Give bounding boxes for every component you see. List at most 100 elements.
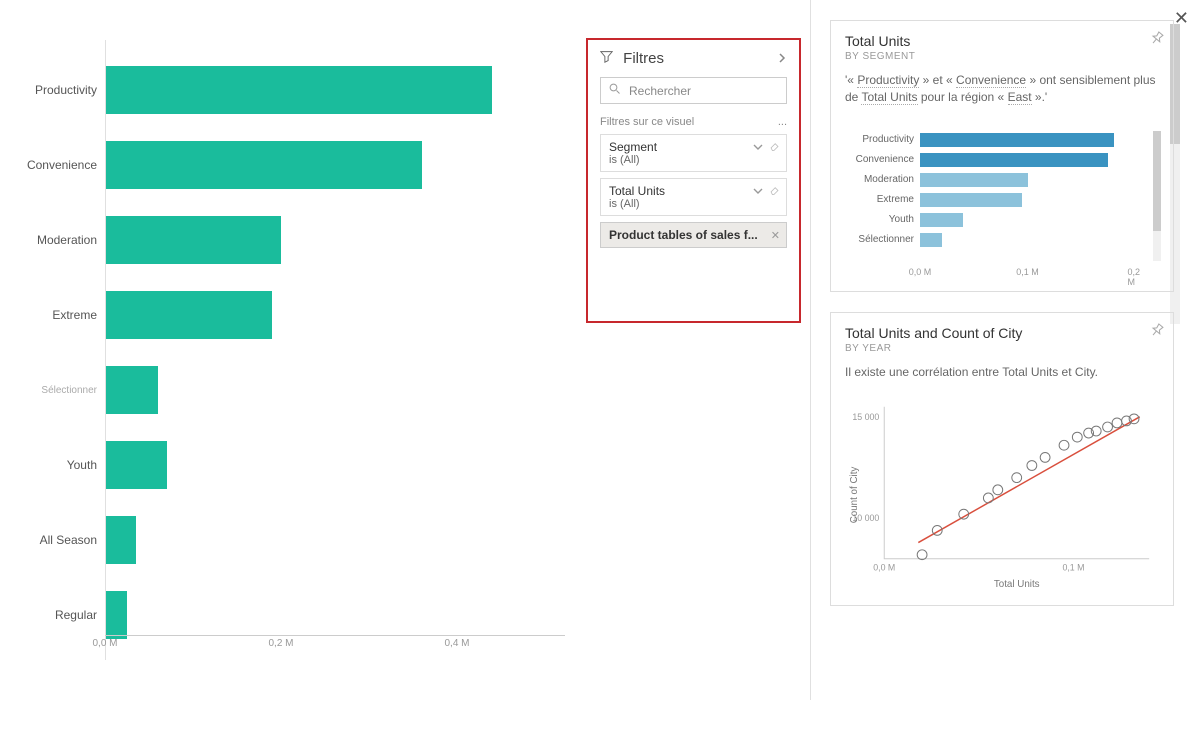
bar-row: Moderation — [10, 210, 570, 270]
scatter-point[interactable] — [1112, 418, 1122, 428]
x-tick: 0,0 M — [92, 638, 117, 649]
bar[interactable] — [105, 66, 492, 114]
bar[interactable] — [920, 193, 1022, 207]
main-area: Productivity Convenience Moderation Extreme… — [0, 0, 810, 742]
bar[interactable] — [105, 591, 127, 639]
x-tick: 0,0 M — [909, 267, 932, 277]
bar-label: Extreme — [10, 308, 105, 322]
x-tick: 0,4 M — [444, 638, 469, 649]
chart-scrollbar-thumb[interactable] — [1153, 131, 1161, 231]
bar-row: Productivity — [845, 131, 1159, 149]
bar-label: Extreme — [845, 194, 920, 205]
x-tick: 0,2 M — [268, 638, 293, 649]
bar[interactable] — [920, 133, 1114, 147]
chevron-right-icon[interactable] — [777, 50, 787, 67]
filter-card-value: is (All) — [609, 154, 778, 166]
bar-label: Sélectionner — [845, 234, 920, 245]
filters-header[interactable]: Filtres — [600, 50, 787, 67]
filter-card[interactable]: Total Unitsis (All) — [600, 178, 787, 216]
bar-label: Sélectionner — [10, 385, 105, 396]
svg-text:0,0 M: 0,0 M — [873, 563, 895, 573]
bar-label: Youth — [10, 458, 105, 472]
x-tick: 0,2 M — [1128, 267, 1143, 287]
scatter-point[interactable] — [1012, 473, 1022, 483]
bar-row: Extreme — [10, 285, 570, 345]
chart-scrollbar[interactable] — [1153, 131, 1161, 261]
filters-title: Filtres — [623, 50, 664, 67]
scatter-point[interactable] — [1027, 461, 1037, 471]
bar[interactable] — [105, 291, 272, 339]
bar[interactable] — [105, 366, 158, 414]
bar[interactable] — [920, 173, 1028, 187]
bar-row: Youth — [10, 435, 570, 495]
svg-text:0,1 M: 0,1 M — [1062, 563, 1084, 573]
scatter-point[interactable] — [1040, 453, 1050, 463]
scatter-point[interactable] — [1072, 433, 1082, 443]
scatter-point[interactable] — [917, 550, 927, 560]
bar-label: Youth — [845, 214, 920, 225]
small-x-axis: 0,0 M0,1 M0,2 M — [920, 267, 1150, 281]
card-insight: Il existe une corrélation entre Total Un… — [845, 364, 1159, 381]
bar[interactable] — [920, 213, 963, 227]
x-axis-line — [105, 635, 565, 636]
main-bar-chart: Productivity Convenience Moderation Extreme… — [10, 60, 570, 630]
bar-row: Sélectionner — [845, 231, 1159, 249]
filter-card[interactable]: Segmentis (All) — [600, 134, 787, 172]
bar-row: Convenience — [10, 135, 570, 195]
bar[interactable] — [920, 153, 1108, 167]
scatter-point[interactable] — [1059, 441, 1069, 451]
card-subtitle: BY YEAR — [845, 343, 1159, 354]
bar-row: All Season — [10, 510, 570, 570]
x-axis: 0,0 M0,2 M0,4 M — [105, 635, 565, 655]
bar-label: Convenience — [845, 154, 920, 165]
svg-text:Count of City: Count of City — [849, 467, 860, 524]
bar-row: Productivity — [10, 60, 570, 120]
bar-label: Moderation — [10, 233, 105, 247]
bar[interactable] — [105, 141, 422, 189]
svg-text:Total Units: Total Units — [994, 580, 1040, 591]
bar-label: Convenience — [10, 158, 105, 172]
card-subtitle: BY SEGMENT — [845, 51, 1159, 62]
card-total-units-segment: Total Units BY SEGMENT '« Productivity »… — [830, 20, 1174, 292]
bar[interactable] — [105, 216, 281, 264]
bar-row: Sélectionner — [10, 360, 570, 420]
chevron-down-icon[interactable] — [753, 141, 763, 155]
small-bar-chart: Productivity Convenience Moderation Extreme… — [845, 131, 1159, 281]
filter-card-value: is (All) — [609, 198, 778, 210]
scatter-chart: 10 00015 0000,0 M0,1 MCount of CityTotal… — [845, 395, 1159, 595]
card-total-units-city: Total Units and Count of City BY YEAR Il… — [830, 312, 1174, 607]
filter-section-label: Filtres sur ce visuel — [600, 116, 694, 128]
card-title: Total Units — [845, 33, 1159, 49]
card-insight: '« Productivity » et « Convenience » ont… — [845, 72, 1159, 106]
y-axis-line — [105, 40, 106, 660]
close-icon[interactable]: ✕ — [771, 229, 780, 242]
bar-label: All Season — [10, 533, 105, 547]
svg-text:15 000: 15 000 — [852, 412, 879, 422]
bar-row: Youth — [845, 211, 1159, 229]
vertical-divider — [810, 0, 811, 700]
bar-label: Moderation — [845, 174, 920, 185]
bar-label: Productivity — [845, 134, 920, 145]
bar-row: Convenience — [845, 151, 1159, 169]
eraser-icon[interactable] — [769, 185, 780, 199]
filter-card-name: Product tables of sales f... — [609, 228, 778, 242]
bar[interactable] — [105, 516, 136, 564]
x-tick: 0,1 M — [1016, 267, 1039, 277]
search-placeholder: Rechercher — [629, 84, 691, 98]
chevron-down-icon[interactable] — [753, 185, 763, 199]
bar-row: Moderation — [845, 171, 1159, 189]
bar[interactable] — [105, 441, 167, 489]
more-icon[interactable]: ... — [778, 116, 787, 128]
search-icon — [609, 83, 621, 98]
eraser-icon[interactable] — [769, 141, 780, 155]
bar[interactable] — [920, 233, 942, 247]
filters-panel: Filtres Rechercher Filtres sur ce visuel… — [586, 38, 801, 323]
right-panel: Total Units BY SEGMENT '« Productivity »… — [822, 0, 1182, 742]
search-input[interactable]: Rechercher — [600, 77, 787, 104]
filter-card[interactable]: Product tables of sales f...✕ — [600, 222, 787, 248]
scatter-point[interactable] — [1103, 422, 1113, 432]
filter-icon — [600, 50, 617, 67]
card-title: Total Units and Count of City — [845, 325, 1159, 341]
scatter-point[interactable] — [993, 485, 1003, 495]
scatter-point[interactable] — [983, 493, 993, 503]
